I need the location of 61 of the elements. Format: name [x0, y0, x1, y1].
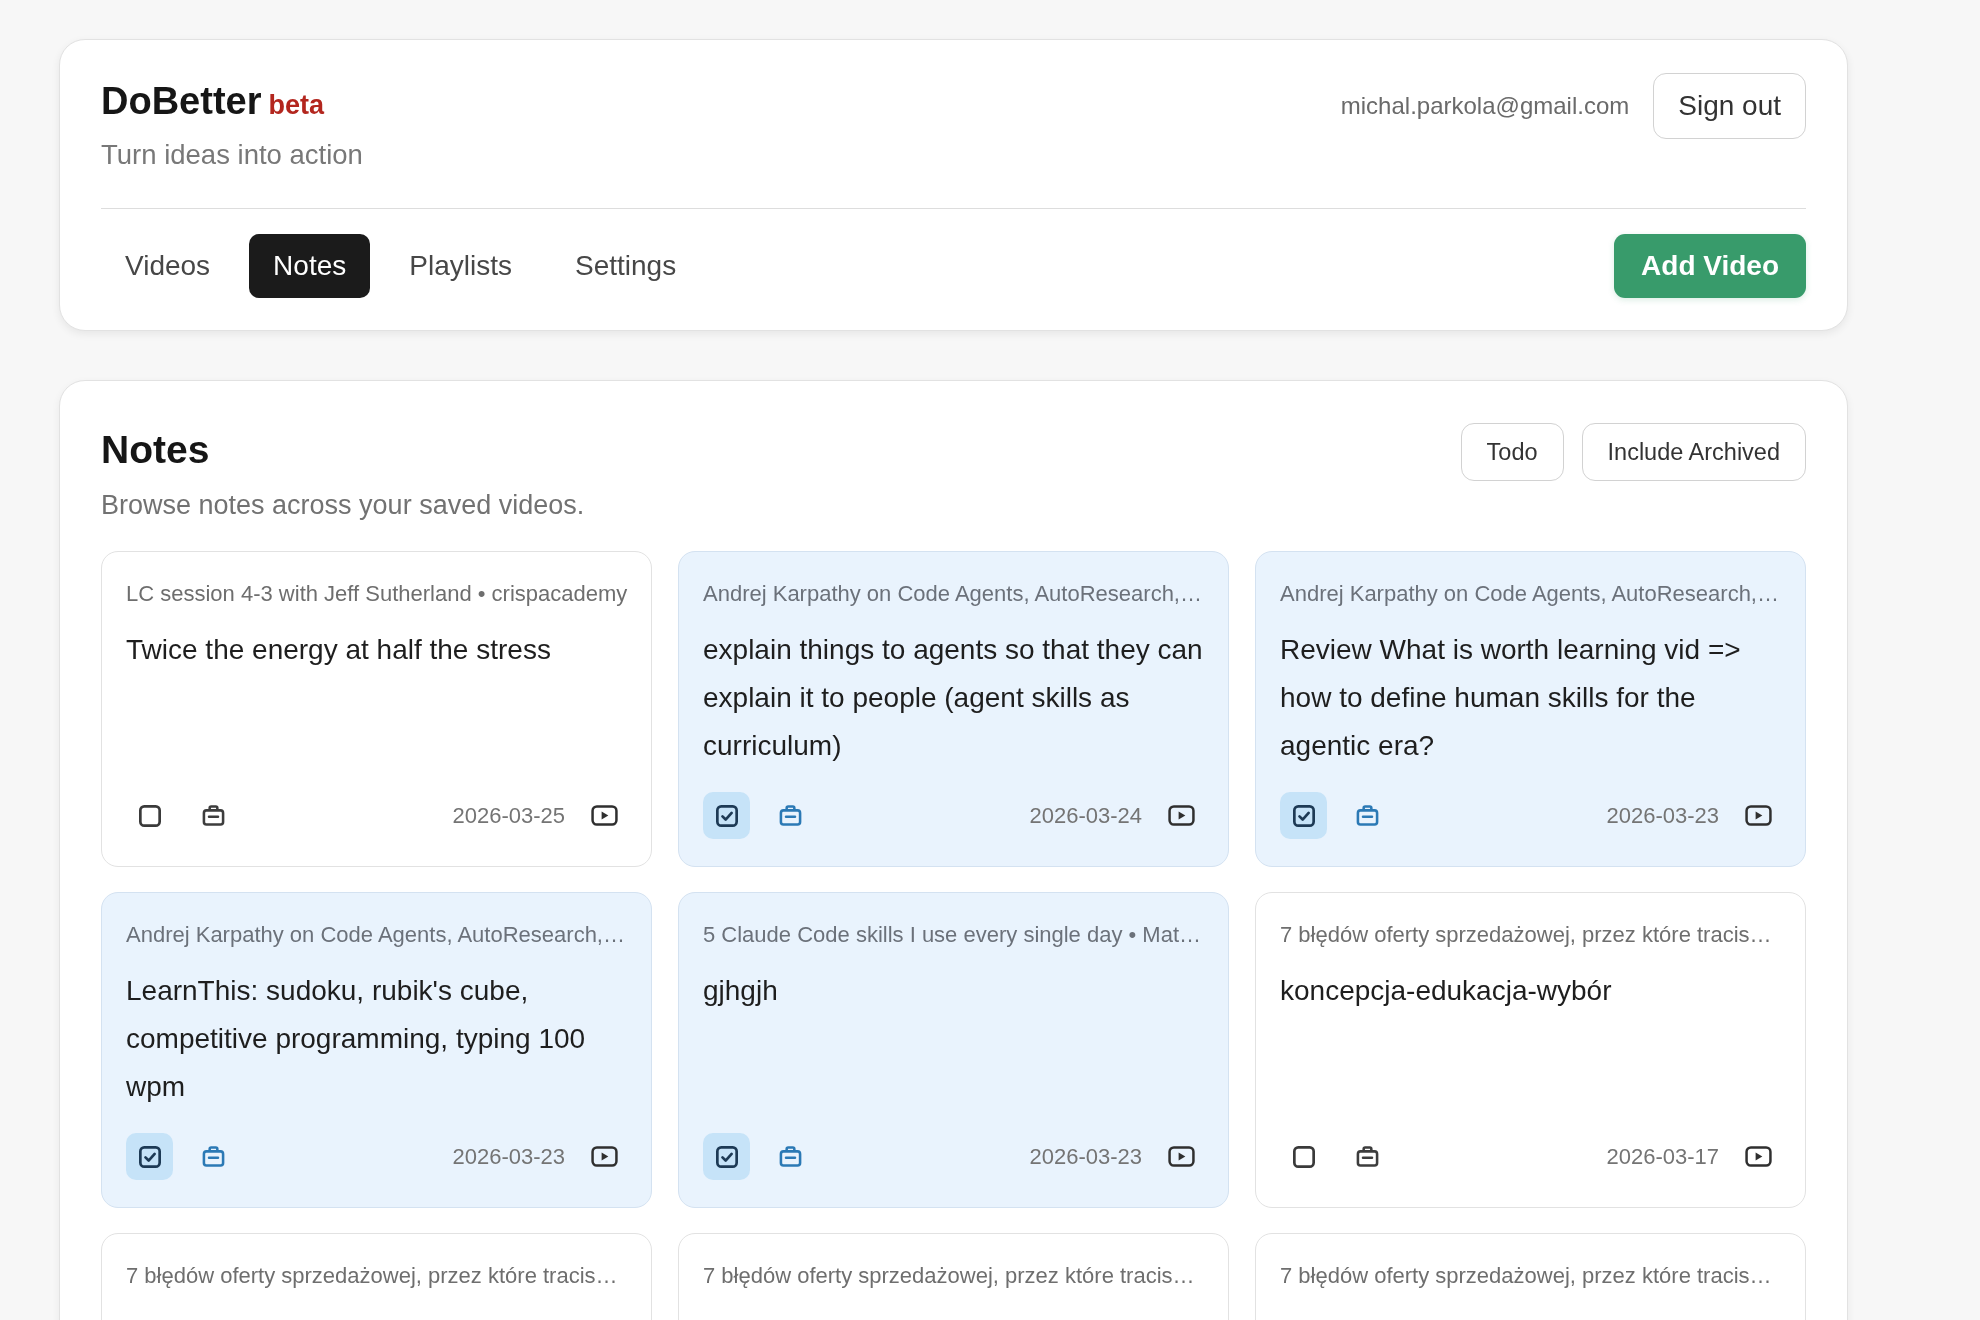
play-icon[interactable] — [1745, 1146, 1772, 1168]
filter-button[interactable]: Include Archived — [1581, 423, 1806, 482]
checkbox-icon — [138, 804, 161, 827]
note-card[interactable]: 7 błędów oferty sprzedażowej, przez które tracis… — [678, 1233, 1229, 1320]
note-card[interactable]: 7 błędów oferty sprzedażowej, przez które tracis… koncepcja-edukacja-wybór 2026-03-17 — [1255, 892, 1806, 1209]
beta-label: beta — [268, 89, 324, 122]
play-icon[interactable] — [1168, 805, 1195, 827]
note-date: 2026-03-25 — [452, 802, 565, 829]
note-source: 7 błędów oferty sprzedażowej, przez które tracis… — [126, 1263, 619, 1290]
note-source: 7 błędów oferty sprzedażowej, przez które tracis… — [1280, 922, 1773, 949]
note-card[interactable]: 7 błędów oferty sprzedażowej, przez które tracis… — [101, 1233, 652, 1320]
note-text: Review What is worth learning vid => how to define human skills for the agentic era? — [1280, 632, 1742, 763]
note-text: Twice the energy at half the stress — [126, 632, 552, 667]
play-icon[interactable] — [1745, 805, 1772, 827]
play-icon[interactable] — [591, 1146, 618, 1168]
tagline: Turn ideas into action — [101, 137, 363, 172]
briefcase-icon[interactable] — [1356, 1145, 1379, 1169]
note-date: 2026-03-23 — [1029, 1143, 1142, 1170]
briefcase-icon[interactable] — [202, 804, 225, 828]
note-source: 7 błędów oferty sprzedażowej, przez które tracis… — [703, 1263, 1196, 1290]
done-checkbox[interactable] — [126, 1133, 173, 1181]
note-date: 2026-03-23 — [1606, 802, 1719, 829]
checkbox-icon — [715, 1145, 738, 1168]
user-email: michal.parkola@gmail.com — [1340, 92, 1630, 120]
nav-tab[interactable]: Videos — [101, 234, 235, 299]
note-card[interactable]: Andrej Karpathy on Code Agents, AutoResearch,… LearnThis: sudoku, rubik's cube, competitive programming, typing 100 wpm 2026-03-23 — [101, 892, 652, 1209]
done-checkbox[interactable] — [703, 792, 750, 840]
play-icon[interactable] — [1168, 1146, 1195, 1168]
note-date: 2026-03-24 — [1029, 802, 1142, 829]
note-source: Andrej Karpathy on Code Agents, AutoResearch,… — [126, 922, 626, 949]
checkbox-icon — [138, 1145, 161, 1168]
app-title: DoBetter — [101, 79, 262, 124]
checkbox-icon — [1292, 1145, 1315, 1168]
note-source: 5 Claude Code skills I use every single day • Mat… — [703, 922, 1203, 949]
play-icon[interactable] — [591, 805, 618, 827]
note-date: 2026-03-23 — [452, 1143, 565, 1170]
checkbox-icon — [1292, 804, 1315, 827]
note-source: LC session 4-3 with Jeff Sutherland • crispacademy — [126, 581, 629, 608]
note-text: LearnThis: sudoku, rubik's cube, competitive programming, typing 100 wpm — [126, 973, 587, 1104]
note-card[interactable]: Andrej Karpathy on Code Agents, AutoResearch,… explain things to agents so that they can explain it to people (agent skills as curriculum) 2026-03-24 — [678, 551, 1229, 868]
panel-subtitle: Browse notes across your saved videos. — [101, 489, 585, 523]
done-checkbox[interactable] — [703, 1133, 750, 1181]
note-text: gjhgjh — [703, 973, 779, 1008]
note-source: 7 błędów oferty sprzedażowej, przez które tracis… — [1280, 1263, 1773, 1290]
note-date: 2026-03-17 — [1606, 1143, 1719, 1170]
sign-out-button[interactable]: Sign out — [1653, 73, 1806, 139]
nav-tab[interactable]: Settings — [550, 234, 701, 299]
note-card[interactable]: 5 Claude Code skills I use every single day • Mat… gjhgjh 2026-03-23 — [678, 892, 1229, 1209]
note-text: koncepcja-edukacja-wybór — [1280, 973, 1613, 1008]
note-card[interactable]: 7 błędów oferty sprzedażowej, przez które tracis… — [1255, 1233, 1806, 1320]
checkbox-icon — [715, 804, 738, 827]
nav-tab[interactable]: Notes — [249, 234, 371, 299]
note-text: explain things to agents so that they can explain it to people (agent skills as curriculum) — [703, 632, 1204, 763]
note-card[interactable]: LC session 4-3 with Jeff Sutherland • crispacademy Twice the energy at half the stress 2026-03-25 — [101, 551, 652, 868]
note-card[interactable]: Andrej Karpathy on Code Agents, AutoResearch,… Review What is worth learning vid => how to define human skills for the agentic era? 2026-03-23 — [1255, 551, 1806, 868]
note-source: Andrej Karpathy on Code Agents, AutoResearch,… — [1280, 581, 1780, 608]
filter-button[interactable]: Todo — [1460, 423, 1564, 482]
note-source: Andrej Karpathy on Code Agents, AutoResearch,… — [703, 581, 1203, 608]
done-checkbox[interactable] — [1280, 792, 1327, 840]
nav-tab[interactable]: Playlists — [385, 234, 536, 299]
panel-title: Notes — [101, 427, 211, 474]
